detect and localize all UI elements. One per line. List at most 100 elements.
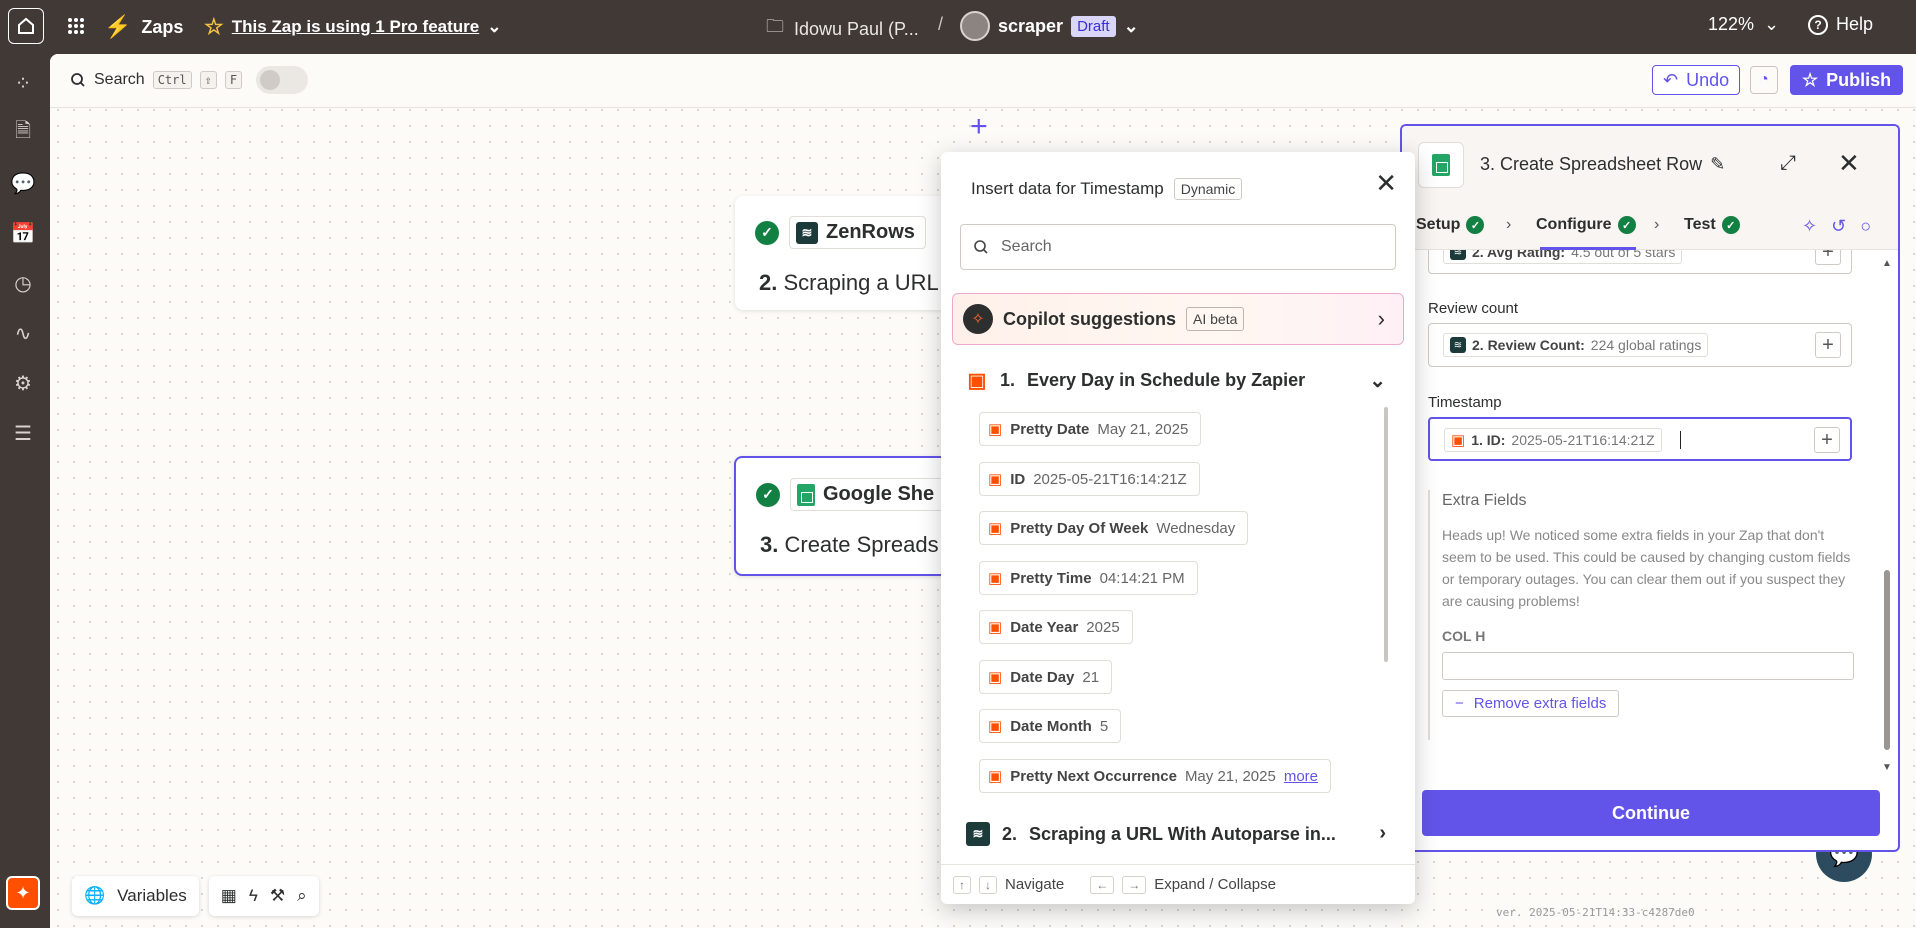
apps-icon[interactable]: ⁘ xyxy=(10,70,36,96)
remove-label: Remove extra fields xyxy=(1473,695,1607,712)
field-label: Timestamp xyxy=(1428,394,1502,411)
data-item[interactable]: ▣ Date Day 21 xyxy=(979,660,1113,694)
data-item[interactable]: ▣ Date Year 2025 xyxy=(979,610,1133,644)
refresh-icon[interactable]: ↺ xyxy=(1831,216,1846,237)
bolt-icon[interactable]: ϟ xyxy=(249,886,258,906)
calendar-icon: ▣ xyxy=(988,718,1003,735)
data-item[interactable]: ▣ Pretty Time 04:14:21 PM xyxy=(979,561,1198,595)
folder-icon: 🗀 xyxy=(766,16,784,36)
popover-search-input[interactable]: Search xyxy=(960,224,1396,270)
item-value: 04:14:21 PM xyxy=(1099,569,1185,587)
zap-name-label: scraper xyxy=(998,15,1064,36)
panel-tabs: Setup ✓ › Configure ✓ › Test ✓ ✧ ↺ ○ xyxy=(1402,204,1898,250)
star-icon: ☆ xyxy=(204,14,224,39)
calendar-icon: ▣ xyxy=(988,768,1003,785)
node-title: 2. Scraping a URL xyxy=(759,270,939,296)
section-title: Every Day in Schedule by Zapier xyxy=(1027,370,1306,390)
data-item[interactable]: ▣ Date Month 5 xyxy=(979,709,1122,743)
pro-feature-dropdown[interactable]: ☆ This Zap is using 1 Pro feature ⌄ xyxy=(204,14,501,40)
item-value: Wednesday xyxy=(1156,519,1236,537)
insert-data-button[interactable]: + xyxy=(1815,250,1841,265)
search-icon[interactable]: ⌕ xyxy=(297,886,307,906)
item-value: 21 xyxy=(1082,668,1100,686)
help-label: Help xyxy=(1836,14,1874,34)
canvas-toggle[interactable] xyxy=(256,66,309,94)
close-icon: ✕ xyxy=(1375,168,1397,198)
zap-name-dropdown[interactable]: scraper Draft ⌄ xyxy=(960,11,1139,41)
data-item[interactable]: ▣ Pretty Day Of Week Wednesday xyxy=(979,511,1249,545)
shortcut-key: Ctrl xyxy=(152,71,192,89)
data-item[interactable]: ▣ Pretty Date May 21, 2025 xyxy=(979,412,1202,446)
tab-configure[interactable]: Configure ✓ xyxy=(1536,216,1636,234)
scroll-up-arrow[interactable]: ▲ xyxy=(1882,258,1892,269)
calendar-icon[interactable]: 📅 xyxy=(10,220,36,246)
zap-file-icon[interactable]: 🗎 xyxy=(10,120,36,146)
close-popover-button[interactable]: ✕ xyxy=(1375,168,1397,199)
ai-beta-badge: AI beta xyxy=(1186,307,1245,331)
up-arrow-key: ↑ xyxy=(953,875,971,894)
undo-button[interactable]: ↶ Undo xyxy=(1652,65,1741,95)
col-h-input[interactable] xyxy=(1442,652,1854,680)
popover-scrollbar[interactable] xyxy=(1384,407,1388,662)
item-key: Date Year xyxy=(1010,618,1079,636)
node-title: 3. Create Spreads xyxy=(760,532,939,558)
panel-actions: ✧ ↺ ○ xyxy=(1802,216,1871,237)
check-icon: ✓ xyxy=(756,482,780,507)
minus-icon: − xyxy=(1455,695,1464,712)
avg-rating-field[interactable]: ≋ 2. Avg Rating: 4.5 out of 5 stars + xyxy=(1428,250,1852,274)
undo-icon: ↶ xyxy=(1663,69,1679,90)
history-icon: ◔ xyxy=(1759,71,1769,88)
comment-icon[interactable]: 💬 xyxy=(10,170,36,196)
review-count-field[interactable]: ≋ 2. Review Count: 224 global ratings + xyxy=(1428,323,1852,367)
panel-title[interactable]: 3. Create Spreadsheet Row ✎ xyxy=(1480,154,1725,175)
close-panel-button[interactable]: ✕ xyxy=(1838,148,1860,179)
navigate-hint: Navigate xyxy=(1005,876,1065,893)
zoom-dropdown[interactable]: 122% ⌄ xyxy=(1708,14,1779,35)
variables-label: Variables xyxy=(117,886,187,905)
gear-icon[interactable]: ⚙ xyxy=(10,370,36,396)
data-item[interactable]: ▣ Pretty Next Occurrence May 21, 2025 mo… xyxy=(979,759,1332,793)
insert-data-button[interactable]: + xyxy=(1815,332,1841,358)
home-button[interactable] xyxy=(8,8,44,44)
search-icon xyxy=(71,73,85,87)
version-history-button[interactable]: ◔ xyxy=(1750,66,1778,94)
insert-data-button[interactable]: + xyxy=(1814,427,1840,453)
scroll-down-arrow[interactable]: ▼ xyxy=(1882,762,1892,773)
data-item[interactable]: ▣ ID 2025-05-21T16:14:21Z xyxy=(979,462,1200,496)
copilot-button[interactable]: ✦ xyxy=(6,876,40,910)
sparkle-icon[interactable]: ✧ xyxy=(1802,216,1817,237)
wrench-icon[interactable]: ⚒ xyxy=(270,886,285,906)
folder-breadcrumb[interactable]: 🗀 Idowu Paul (P... xyxy=(766,14,919,44)
section-scraping-toggle[interactable]: ≋ 2. Scraping a URL With Autoparse in...… xyxy=(966,822,1386,846)
tab-test[interactable]: Test ✓ xyxy=(1684,216,1740,234)
canvas-search[interactable]: Search Ctrl ⇧ F xyxy=(70,66,309,94)
layers-icon[interactable]: ☰ xyxy=(10,420,36,446)
remove-extra-fields-button[interactable]: − Remove extra fields xyxy=(1442,690,1620,717)
tab-setup[interactable]: Setup ✓ xyxy=(1416,216,1485,234)
timestamp-field[interactable]: ▣ 1. ID: 2025-05-21T16:14:21Z + xyxy=(1428,417,1852,461)
more-link[interactable]: more xyxy=(1284,768,1318,785)
down-arrow-key: ↓ xyxy=(979,875,997,894)
node-header: ✓ Google She xyxy=(756,478,946,511)
expand-panel-button[interactable]: ⤢ xyxy=(1780,152,1796,175)
panel-scrollbar[interactable] xyxy=(1884,570,1890,750)
zaps-brand-link[interactable]: ⚡ Zaps xyxy=(104,14,183,40)
comment-icon[interactable]: ○ xyxy=(1860,216,1871,237)
continue-button[interactable]: Continue xyxy=(1422,790,1880,836)
data-token[interactable]: ≋ 2. Avg Rating: 4.5 out of 5 stars xyxy=(1443,250,1683,264)
layout-icon[interactable]: ▦ xyxy=(221,886,237,906)
help-button[interactable]: ? Help xyxy=(1808,14,1873,35)
zenrows-logo-icon: ≋ xyxy=(1450,337,1466,353)
token-key: 2. Avg Rating: xyxy=(1472,250,1566,260)
add-step-button[interactable]: + xyxy=(970,112,988,142)
activity-icon[interactable]: ∿ xyxy=(10,320,36,346)
clock-icon[interactable]: ◷ xyxy=(10,270,36,296)
apps-menu-button[interactable] xyxy=(64,14,88,38)
data-token[interactable]: ≋ 2. Review Count: 224 global ratings xyxy=(1443,333,1709,357)
data-token[interactable]: ▣ 1. ID: 2025-05-21T16:14:21Z xyxy=(1444,428,1662,452)
copilot-suggestions-row[interactable]: ✧ Copilot suggestions AI beta › xyxy=(952,293,1404,345)
variables-button[interactable]: 🌐 Variables xyxy=(72,876,199,916)
section-schedule-toggle[interactable]: ▣ 1. Every Day in Schedule by Zapier ⌄ xyxy=(966,368,1386,393)
publish-button[interactable]: ☆ Publish xyxy=(1790,65,1904,95)
chevron-right-icon: › xyxy=(1377,306,1385,331)
